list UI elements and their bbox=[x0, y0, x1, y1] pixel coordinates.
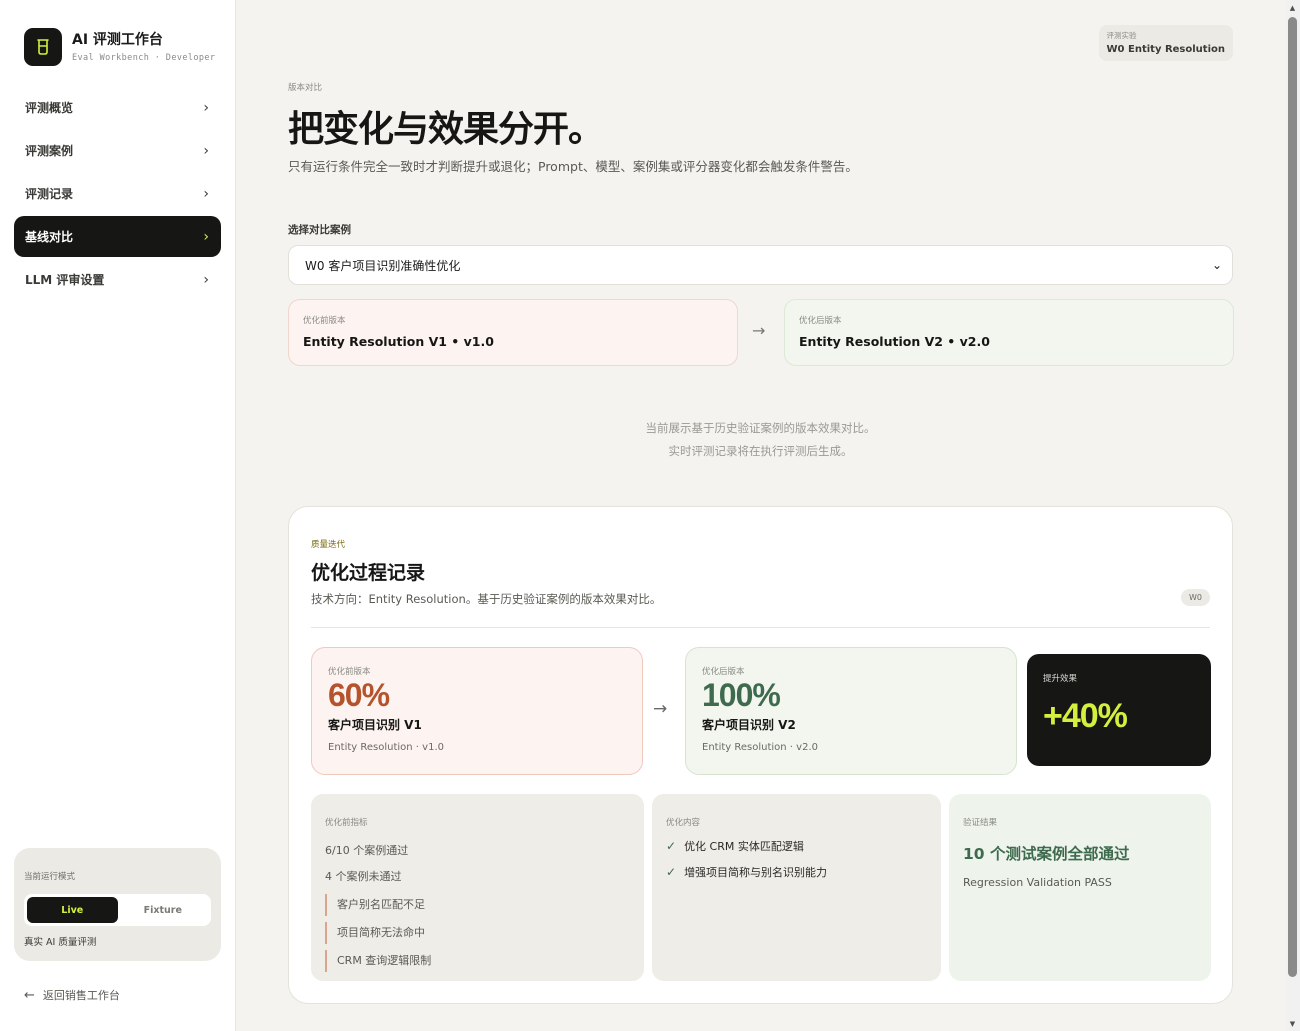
validation-caption: 验证结果 bbox=[963, 818, 998, 828]
issue-item: 客户别名匹配不足 bbox=[325, 894, 630, 916]
sidebar-item-records[interactable]: 评测记录 › bbox=[14, 173, 221, 214]
sidebar: AI 评测工作台 Eval Workbench · Developer 评测概览… bbox=[0, 0, 236, 1031]
before-version-value: Entity Resolution V1 • v1.0 bbox=[303, 334, 494, 349]
sidebar-item-baseline-compare[interactable]: 基线对比 › bbox=[14, 216, 221, 257]
before-score-name: 客户项目识别 V1 bbox=[328, 718, 422, 732]
scroll-thumb[interactable] bbox=[1288, 17, 1297, 977]
sidebar-item-cases[interactable]: 评测案例 › bbox=[14, 130, 221, 171]
before-score-caption: 优化前版本 bbox=[328, 667, 371, 677]
sidebar-item-overview[interactable]: 评测概览 › bbox=[14, 87, 221, 128]
compare-case-value: W0 客户项目识别准确性优化 bbox=[305, 258, 461, 273]
arrow-left-icon: ← bbox=[24, 987, 35, 1003]
experiment-caption: 评测实验 bbox=[1106, 31, 1137, 40]
app-title: AI 评测工作台 bbox=[72, 32, 163, 48]
page-eyebrow: 版本对比 bbox=[288, 83, 323, 93]
after-score-name: 客户项目识别 V2 bbox=[702, 718, 796, 732]
run-mode-description: 真实 AI 质量评测 bbox=[24, 937, 97, 948]
panel-description: 技术方向：Entity Resolution。基于历史验证案例的版本效果对比。 bbox=[311, 592, 662, 606]
app-subtitle: Eval Workbench · Developer bbox=[72, 53, 216, 63]
arrow-right-icon: → bbox=[653, 699, 668, 719]
issue-item: 项目简称无法命中 bbox=[325, 922, 630, 944]
sidebar-item-label: 评测记录 bbox=[25, 187, 74, 201]
page-scrollbar[interactable]: ▲ ▼ bbox=[1285, 0, 1300, 1031]
after-score-percent: 100% bbox=[702, 677, 781, 713]
experiment-value: W0 Entity Resolution bbox=[1106, 44, 1225, 55]
chevron-right-icon: › bbox=[203, 271, 209, 288]
experiment-badge: 评测实验 W0 Entity Resolution bbox=[1098, 25, 1233, 61]
scroll-up-icon[interactable]: ▲ bbox=[1285, 0, 1300, 15]
before-version-card: 优化前版本 Entity Resolution V1 • v1.0 bbox=[288, 299, 738, 366]
sidebar-nav: 评测概览 › 评测案例 › 评测记录 › 基线对比 › LLM 评审设置 › bbox=[14, 87, 221, 302]
validation-title: 10 个测试案例全部通过 bbox=[963, 845, 1130, 863]
brand[interactable]: AI 评测工作台 Eval Workbench · Developer bbox=[24, 28, 215, 66]
check-icon: ✓ bbox=[666, 839, 677, 853]
back-link-label: 返回销售工作台 bbox=[42, 989, 120, 1002]
changes-caption: 优化内容 bbox=[666, 818, 701, 828]
improvement-value: +40% bbox=[1043, 697, 1128, 735]
panel-eyebrow: 质量迭代 bbox=[311, 540, 346, 550]
change-item-label: 优化 CRM 实体匹配逻辑 bbox=[684, 840, 804, 853]
history-note: 当前展示基于历史验证案例的版本效果对比。 bbox=[645, 421, 876, 435]
improvement-caption: 提升效果 bbox=[1043, 674, 1078, 684]
chevron-right-icon: › bbox=[203, 142, 209, 159]
realtime-note: 实时评测记录将在执行评测后生成。 bbox=[668, 444, 853, 458]
issue-list: 客户别名匹配不足 项目简称无法命中 CRM 查询逻辑限制 bbox=[325, 894, 630, 972]
sidebar-item-label: 评测概览 bbox=[25, 101, 74, 115]
arrow-right-icon: → bbox=[752, 321, 766, 340]
run-mode-caption: 当前运行模式 bbox=[24, 872, 76, 882]
page-title: 把变化与效果分开。 bbox=[288, 109, 604, 150]
improvement-card: 提升效果 +40% bbox=[1027, 654, 1211, 766]
run-mode-toggle: Live Fixture bbox=[24, 894, 211, 926]
chevron-right-icon: › bbox=[203, 99, 209, 116]
sidebar-item-label: 评测案例 bbox=[25, 144, 74, 158]
main-content: 评测实验 W0 Entity Resolution 版本对比 把变化与效果分开。… bbox=[236, 0, 1285, 1031]
after-version-caption: 优化后版本 bbox=[799, 316, 842, 326]
back-to-sales-link[interactable]: ← 返回销售工作台 bbox=[24, 987, 120, 1003]
sidebar-item-label: 基线对比 bbox=[25, 230, 74, 244]
check-icon: ✓ bbox=[666, 865, 677, 879]
beaker-icon bbox=[24, 28, 62, 66]
issue-item: CRM 查询逻辑限制 bbox=[325, 950, 630, 972]
changes-card: 优化内容 ✓ 优化 CRM 实体匹配逻辑 ✓ 增强项目简称与别名识别能力 bbox=[652, 794, 941, 981]
before-version-caption: 优化前版本 bbox=[303, 316, 346, 326]
mode-live-button[interactable]: Live bbox=[27, 897, 118, 923]
before-score-card: 优化前版本 60% 客户项目识别 V1 Entity Resolution · … bbox=[311, 647, 643, 775]
chevron-right-icon: › bbox=[203, 228, 209, 245]
compare-case-label: 选择对比案例 bbox=[288, 224, 351, 236]
optimization-record-panel: 质量迭代 优化过程记录 技术方向：Entity Resolution。基于历史验… bbox=[288, 506, 1233, 1004]
panel-title: 优化过程记录 bbox=[311, 562, 426, 584]
after-score-version: Entity Resolution · v2.0 bbox=[702, 742, 818, 753]
mode-fixture-button[interactable]: Fixture bbox=[118, 897, 209, 923]
run-mode-panel: 当前运行模式 Live Fixture 真实 AI 质量评测 bbox=[14, 848, 221, 961]
after-version-card: 优化后版本 Entity Resolution V2 • v2.0 bbox=[784, 299, 1234, 366]
sidebar-item-label: LLM 评审设置 bbox=[25, 273, 105, 287]
chevron-down-icon: ⌄ bbox=[1211, 258, 1222, 272]
divider bbox=[311, 627, 1210, 628]
change-item: ✓ 优化 CRM 实体匹配逻辑 bbox=[666, 838, 927, 854]
chevron-right-icon: › bbox=[203, 185, 209, 202]
page-subtitle: 只有运行条件完全一致时才判断提升或退化；Prompt、模型、案例集或评分器变化都… bbox=[288, 159, 858, 174]
validation-result-card: 验证结果 10 个测试案例全部通过 Regression Validation … bbox=[949, 794, 1211, 981]
sidebar-item-llm-judge-settings[interactable]: LLM 评审设置 › bbox=[14, 259, 221, 300]
pre-metrics-card: 优化前指标 6/10 个案例通过 4 个案例未通过 客户别名匹配不足 项目简称无… bbox=[311, 794, 644, 981]
scroll-down-icon[interactable]: ▼ bbox=[1285, 1016, 1300, 1031]
change-item-label: 增强项目简称与别名识别能力 bbox=[684, 866, 828, 879]
after-version-value: Entity Resolution V2 • v2.0 bbox=[799, 334, 990, 349]
panel-tag: W0 bbox=[1181, 589, 1210, 606]
pre-metrics-caption: 优化前指标 bbox=[325, 818, 368, 828]
before-score-percent: 60% bbox=[328, 677, 390, 713]
after-score-caption: 优化后版本 bbox=[702, 667, 745, 677]
change-item: ✓ 增强项目简称与别名识别能力 bbox=[666, 864, 927, 880]
failed-count: 4 个案例未通过 bbox=[325, 870, 402, 883]
after-score-card: 优化后版本 100% 客户项目识别 V2 Entity Resolution ·… bbox=[685, 647, 1017, 775]
passed-count: 6/10 个案例通过 bbox=[325, 844, 409, 857]
validation-subtitle: Regression Validation PASS bbox=[963, 876, 1112, 889]
before-score-version: Entity Resolution · v1.0 bbox=[328, 742, 444, 753]
compare-case-select[interactable]: W0 客户项目识别准确性优化 ⌄ bbox=[288, 245, 1233, 285]
